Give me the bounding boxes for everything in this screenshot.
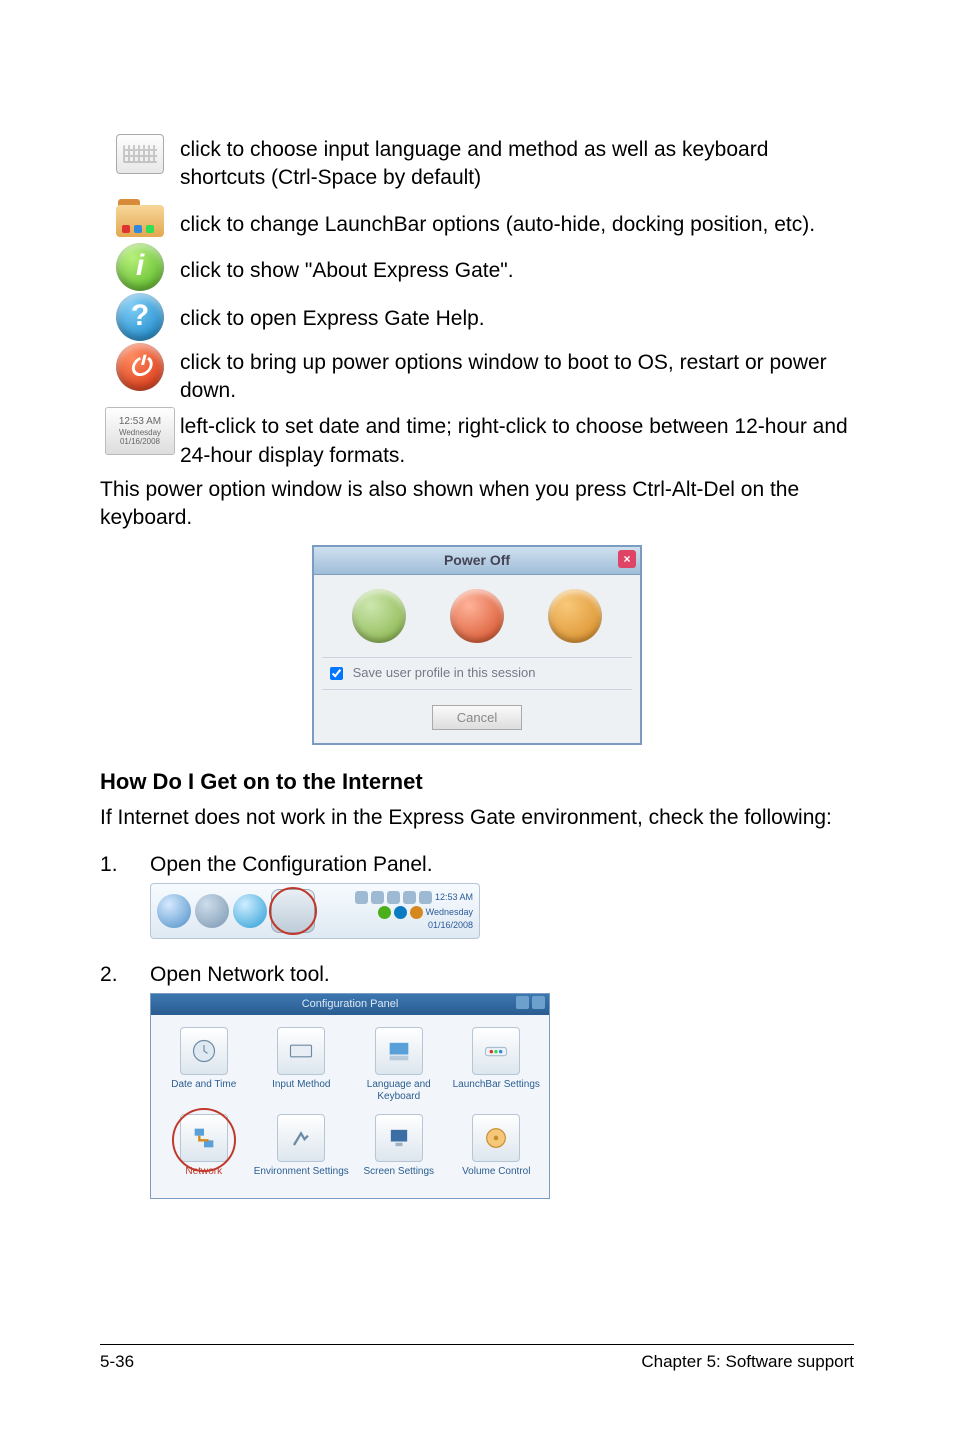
cp-item-screen-settings[interactable]: Screen Settings: [350, 1114, 448, 1188]
page-number: 5-36: [100, 1351, 134, 1374]
clock-badge-time: 12:53 AM: [119, 416, 161, 428]
cp-label: LaunchBar Settings: [453, 1079, 540, 1101]
step-2-text: Open Network tool.: [150, 963, 330, 986]
section-title: How Do I Get on to the Internet: [100, 767, 854, 797]
launchbar-figure: 12:53 AM Wednesday 01/16/2008: [150, 883, 480, 939]
close-icon[interactable]: [532, 996, 545, 1009]
tray-icon[interactable]: [403, 891, 416, 904]
cp-item-date-time[interactable]: Date and Time: [155, 1027, 253, 1102]
restart-icon[interactable]: [548, 589, 602, 643]
close-icon[interactable]: ×: [618, 550, 636, 568]
power-off-title: Power Off: [444, 552, 510, 568]
save-profile-checkbox[interactable]: [330, 667, 343, 680]
cp-label: Environment Settings: [254, 1166, 349, 1188]
cp-item-volume-control[interactable]: Volume Control: [448, 1114, 546, 1188]
config-panel-title: Configuration Panel: [302, 998, 399, 1010]
cancel-button[interactable]: Cancel: [432, 705, 522, 730]
help-desc: click to open Express Gate Help.: [180, 293, 854, 333]
cp-label: Input Method: [272, 1079, 330, 1101]
power-off-dialog: Power Off × Save user profile in this se…: [312, 545, 642, 745]
tray-icon[interactable]: [355, 891, 368, 904]
section-intro: If Internet does not work in the Express…: [100, 804, 854, 832]
about-desc: click to show "About Express Gate".: [180, 243, 854, 285]
chapter-title: Chapter 5: Software support: [641, 1351, 854, 1374]
tray-icon[interactable]: [371, 891, 384, 904]
cp-label: Language and Keyboard: [350, 1079, 448, 1102]
launchbar-date: 01/16/2008: [428, 921, 473, 931]
cp-label: Date and Time: [171, 1079, 236, 1101]
tray-icon[interactable]: [419, 891, 432, 904]
keyboard-icon: [116, 134, 164, 174]
cp-label: Network: [185, 1166, 222, 1188]
boot-os-icon[interactable]: [352, 589, 406, 643]
launchbar-desc: click to change LaunchBar options (auto-…: [180, 195, 854, 239]
tray-help-icon[interactable]: [394, 906, 407, 919]
clock-badge-date: 01/16/2008: [120, 437, 160, 447]
clock-desc: left-click to set date and time; right-c…: [180, 407, 854, 470]
clock-badge-day: Wednesday: [119, 428, 161, 438]
skype-icon[interactable]: [233, 894, 267, 928]
cp-item-network[interactable]: Network: [155, 1114, 253, 1188]
config-panel-figure: Configuration Panel Date and Time Input …: [150, 993, 550, 1199]
power-desc: click to bring up power options window t…: [180, 343, 854, 406]
after-rows-para: This power option window is also shown w…: [100, 476, 854, 533]
cp-item-input-method[interactable]: Input Method: [253, 1027, 351, 1102]
config-panel-icon[interactable]: [271, 889, 315, 933]
power-icon: [116, 343, 164, 391]
launchbar-options-icon: [116, 197, 164, 241]
clock-badge-icon: 12:53 AM Wednesday 01/16/2008: [105, 407, 175, 455]
help-icon: ?: [116, 293, 164, 341]
launchbar-day: Wednesday: [426, 908, 473, 918]
browser-icon[interactable]: [157, 894, 191, 928]
keyboard-desc: click to choose input language and metho…: [180, 130, 854, 193]
photo-icon[interactable]: [195, 894, 229, 928]
cp-item-environment-settings[interactable]: Environment Settings: [253, 1114, 351, 1188]
minimize-icon[interactable]: [516, 996, 529, 1009]
launchbar-time: 12:53 AM: [435, 893, 473, 903]
cp-item-launchbar-settings[interactable]: LaunchBar Settings: [448, 1027, 546, 1102]
tray-icon[interactable]: [387, 891, 400, 904]
info-icon: i: [116, 243, 164, 291]
tray-power-icon[interactable]: [410, 906, 423, 919]
save-profile-label: Save user profile in this session: [353, 665, 536, 680]
tray-info-icon[interactable]: [378, 906, 391, 919]
step-1-text: Open the Configuration Panel.: [150, 853, 433, 876]
cp-label: Volume Control: [462, 1166, 530, 1188]
cp-item-language-keyboard[interactable]: Language and Keyboard: [350, 1027, 448, 1102]
cp-label: Screen Settings: [363, 1166, 434, 1188]
power-down-icon[interactable]: [450, 589, 504, 643]
